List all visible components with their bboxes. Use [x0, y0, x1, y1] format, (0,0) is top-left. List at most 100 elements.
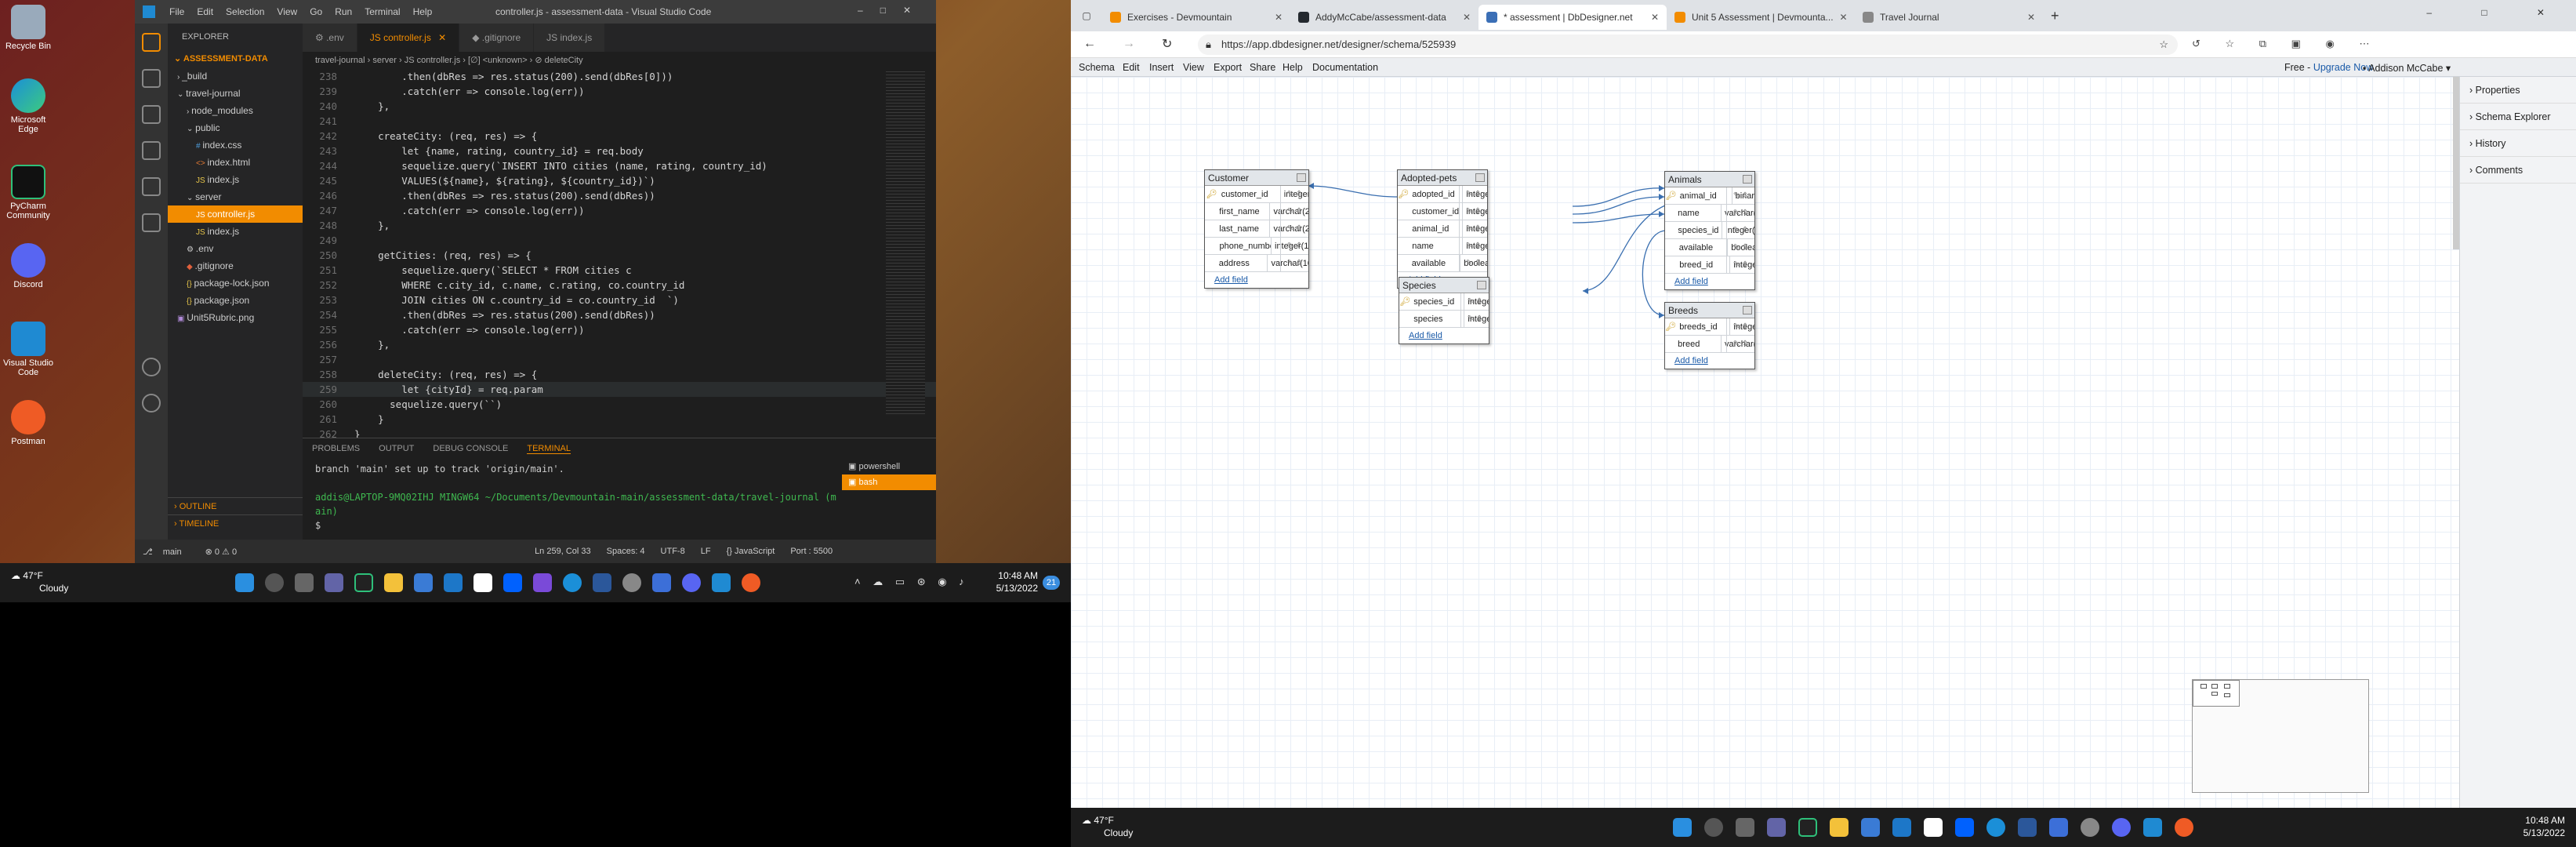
- encoding-status[interactable]: UTF-8: [661, 547, 685, 556]
- file-tree-item[interactable]: {} package-lock.json: [168, 274, 303, 292]
- timeline-section[interactable]: › TIMELINE: [168, 514, 303, 532]
- table-header[interactable]: Customer: [1205, 170, 1308, 186]
- panel-tab-terminal[interactable]: TERMINAL: [527, 444, 571, 454]
- discord-taskbar-icon[interactable]: [682, 573, 701, 592]
- table-field-row[interactable]: breed_idinteger✎ ⇕: [1665, 256, 1754, 274]
- clock[interactable]: 10:48 AM 5/13/2022: [989, 569, 1038, 594]
- close-tab-icon[interactable]: ✕: [1834, 12, 1848, 23]
- amazon-icon[interactable]: [473, 573, 492, 592]
- vertical-scrollbar[interactable]: [2453, 77, 2459, 249]
- code-line[interactable]: 247 .catch(err => console.log(err)): [303, 203, 936, 218]
- table-species[interactable]: Species🔑︎species_idinteger✎ ⇕speciesinte…: [1399, 277, 1489, 344]
- code-line[interactable]: 240 },: [303, 99, 936, 114]
- code-line[interactable]: 250 getCities: (req, res) => {: [303, 248, 936, 263]
- vscode-shortcut[interactable]: Visual Studio Code: [3, 322, 53, 377]
- source-control-icon[interactable]: [142, 105, 161, 124]
- address-bar[interactable]: 🔒︎ https://app.dbdesigner.net/designer/s…: [1198, 35, 2178, 55]
- menu-help[interactable]: Help: [1283, 62, 1303, 73]
- table-field-row[interactable]: nameinteger✎ ⇕: [1398, 238, 1487, 255]
- task-view-icon[interactable]: [295, 573, 314, 592]
- table-field-row[interactable]: customer_idinteger✎ ⇕: [1398, 203, 1487, 220]
- settings-icon[interactable]: [2081, 818, 2099, 837]
- table-field-row[interactable]: 🔑︎species_idinteger✎ ⇕: [1399, 293, 1489, 311]
- run-debug-icon[interactable]: [142, 141, 161, 160]
- terminal-output[interactable]: branch 'main' set up to track 'origin/ma…: [303, 459, 936, 536]
- clock[interactable]: 10:48 AM 5/13/2022: [2513, 814, 2565, 839]
- pycharm-taskbar-icon[interactable]: [1798, 818, 1817, 837]
- table-options-icon[interactable]: [1743, 175, 1752, 184]
- close-tab-icon[interactable]: ✕: [1268, 12, 1283, 23]
- forward-icon[interactable]: →: [1123, 37, 1135, 51]
- schema-canvas[interactable]: Customer 🔑︎ customer_id integer ✎ ⇕ first_nam…: [1071, 77, 2459, 847]
- shell-bash[interactable]: ▣ bash: [842, 474, 936, 490]
- table-options-icon[interactable]: [1297, 173, 1306, 182]
- minimap[interactable]: [886, 69, 925, 414]
- browser-tab[interactable]: Unit 5 Assessment | Devmounta... ✕: [1667, 5, 1855, 30]
- new-tab-icon[interactable]: +: [2043, 0, 2067, 31]
- field-edit-icon[interactable]: ✎ ⇕: [1726, 222, 1754, 239]
- file-tree-item[interactable]: ◆ .gitignore: [168, 257, 303, 274]
- file-explorer-icon[interactable]: [384, 573, 403, 592]
- table-field-row[interactable]: last_namevarchar(20)✎ ⇕: [1205, 220, 1308, 238]
- shell-powershell[interactable]: ▣ powershell: [842, 459, 936, 474]
- code-line[interactable]: 260 sequelize.query(``): [303, 397, 936, 412]
- field-edit-icon[interactable]: ✎ ⇕: [1280, 220, 1308, 238]
- table-field-row[interactable]: 🔑︎ customer_id integer ✎ ⇕: [1205, 186, 1308, 203]
- file-tree-item[interactable]: ⌄ public: [168, 119, 303, 136]
- add-field-link[interactable]: Add field: [1665, 353, 1754, 369]
- table-field-row[interactable]: 🔑︎breeds_idinteger✎ ⇕: [1665, 318, 1754, 336]
- word-icon[interactable]: [2018, 818, 2037, 837]
- weather-widget[interactable]: ☁ 47°F Cloudy: [1082, 814, 1133, 839]
- table-field-row[interactable]: breedvarchar(40)✎ ⇕: [1665, 336, 1754, 353]
- sourcetree-icon[interactable]: [2049, 818, 2068, 837]
- table-options-icon[interactable]: [1743, 306, 1752, 314]
- table-breeds[interactable]: Breeds🔑︎breeds_idinteger✎ ⇕breedvarchar(…: [1664, 302, 1755, 369]
- postman-taskbar-icon[interactable]: [742, 573, 760, 592]
- code-line[interactable]: 239 .catch(err => console.log(err)): [303, 84, 936, 99]
- search-icon[interactable]: [265, 573, 284, 592]
- dropbox-icon[interactable]: [503, 573, 522, 592]
- table-animals[interactable]: Animals🔑︎animal_idbinary✎ ⇕namevarchar(2…: [1664, 171, 1755, 290]
- table-field-row[interactable]: availableboolean✎ ⇕: [1398, 255, 1487, 272]
- file-tree-item[interactable]: › node_modules: [168, 102, 303, 119]
- panel-tab-debug-console[interactable]: DEBUG CONSOLE: [433, 444, 508, 453]
- field-edit-icon[interactable]: ✎ ⇕: [1280, 255, 1308, 272]
- field-edit-icon[interactable]: ✎ ⇕: [1726, 187, 1754, 205]
- discord-taskbar-icon[interactable]: [2112, 818, 2131, 837]
- code-line[interactable]: 254 .then(dbRes => res.status(200).send(…: [303, 307, 936, 322]
- code-line[interactable]: 248 },: [303, 218, 936, 233]
- table-header[interactable]: Species: [1399, 278, 1489, 293]
- weather-widget[interactable]: ☁ 47°F Cloudy: [11, 569, 68, 594]
- outline-section[interactable]: › OUTLINE: [168, 497, 303, 514]
- table-field-row[interactable]: animal_idinteger✎ ⇕: [1398, 220, 1487, 238]
- menu-view[interactable]: View: [277, 6, 297, 17]
- table-options-icon[interactable]: [1477, 281, 1486, 289]
- schema-explorer-section[interactable]: › Schema Explorer: [2460, 104, 2576, 130]
- field-edit-icon[interactable]: ✎ ⇕: [1459, 220, 1487, 238]
- table-field-row[interactable]: availableboolean✎ ⇕: [1665, 239, 1754, 256]
- tab-index-js[interactable]: JS index.js: [534, 24, 606, 52]
- close-tab-icon[interactable]: ✕: [1457, 12, 1471, 23]
- table-header[interactable]: Animals: [1665, 172, 1754, 187]
- store-icon[interactable]: [1861, 818, 1880, 837]
- browser-window-controls[interactable]: – □ ✕: [2426, 0, 2576, 31]
- code-line[interactable]: 238 .then(dbRes => res.status(200).send(…: [303, 69, 936, 84]
- mail-icon[interactable]: [1892, 818, 1911, 837]
- sourcetree-icon[interactable]: [652, 573, 671, 592]
- file-tree-item[interactable]: ⚙ .env: [168, 240, 303, 257]
- cursor-position[interactable]: Ln 259, Col 33: [535, 547, 591, 556]
- notification-badge[interactable]: 21: [1043, 576, 1060, 590]
- browser-tab[interactable]: Travel Journal ✕: [1855, 5, 2043, 30]
- field-edit-icon[interactable]: ✎ ⇕: [1726, 336, 1754, 353]
- code-line[interactable]: 261 }: [303, 412, 936, 427]
- search-icon[interactable]: [1704, 818, 1723, 837]
- tab-gitignore[interactable]: ◆ .gitignore: [459, 24, 535, 52]
- menu-view[interactable]: View: [1183, 62, 1204, 73]
- code-line[interactable]: 245 VALUES(${name}, ${rating}, ${country…: [303, 173, 936, 188]
- code-line[interactable]: 257: [303, 352, 936, 367]
- problems-status[interactable]: ⊗ 0 ⚠ 0: [205, 547, 237, 557]
- account-icon[interactable]: [142, 358, 161, 376]
- pycharm-shortcut[interactable]: PyCharm Community: [3, 165, 53, 220]
- chat-icon[interactable]: [325, 573, 343, 592]
- field-edit-icon[interactable]: ✎ ⇕: [1726, 256, 1754, 274]
